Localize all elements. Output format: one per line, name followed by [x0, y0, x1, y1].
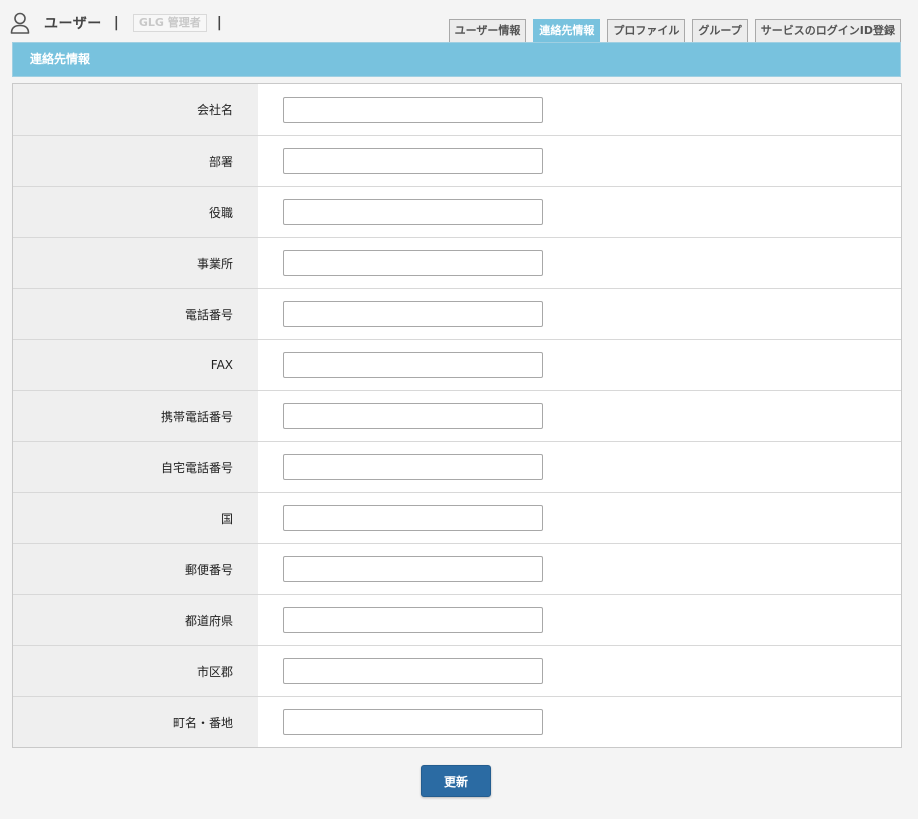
- form-row-city: 市区郡: [13, 645, 901, 696]
- form-row-country: 国: [13, 492, 901, 543]
- prefecture-input[interactable]: [283, 607, 543, 633]
- tab-bar: ユーザー情報 連絡先情報 プロファイル グループ サービスのログインID登録: [448, 19, 901, 42]
- contact-form: 会社名 部署 役職 事業所 電話番号 FAX 携帯電話番号 自宅電話番号 国 郵…: [12, 83, 902, 748]
- page: ユーザー | GLG 管理者 | ユーザー情報 連絡先情報 プロファイル グルー…: [0, 0, 918, 819]
- form-row-address: 町名・番地: [13, 696, 901, 747]
- form-row-home-phone: 自宅電話番号: [13, 441, 901, 492]
- page-header: ユーザー | GLG 管理者 |: [10, 10, 222, 36]
- home-phone-input[interactable]: [283, 454, 543, 480]
- field-label: 国: [13, 493, 258, 543]
- postal-code-input[interactable]: [283, 556, 543, 582]
- position-input[interactable]: [283, 199, 543, 225]
- tab-service-login-id[interactable]: サービスのログインID登録: [754, 19, 901, 42]
- tab-contact-info[interactable]: 連絡先情報: [533, 19, 601, 42]
- field-label: 事業所: [13, 238, 258, 288]
- org-badge: GLG 管理者: [132, 14, 207, 32]
- field-label: 部署: [13, 136, 258, 186]
- company-name-input[interactable]: [283, 96, 543, 123]
- update-button[interactable]: 更新: [421, 765, 491, 797]
- tab-profile[interactable]: プロファイル: [607, 19, 686, 42]
- street-address-input[interactable]: [283, 709, 543, 735]
- field-label: 電話番号: [13, 289, 258, 339]
- form-row-position: 役職: [13, 186, 901, 237]
- tab-user-info[interactable]: ユーザー情報: [448, 19, 527, 42]
- phone-input[interactable]: [283, 301, 543, 327]
- field-label: FAX: [13, 340, 258, 390]
- form-row-phone: 電話番号: [13, 288, 901, 339]
- mobile-phone-input[interactable]: [283, 403, 543, 429]
- page-title: ユーザー: [44, 16, 102, 32]
- form-row-department: 部署: [13, 135, 901, 186]
- city-input[interactable]: [283, 658, 543, 684]
- field-label: 会社名: [13, 84, 258, 135]
- field-label: 町名・番地: [13, 697, 258, 747]
- header-separator-end: |: [216, 15, 222, 31]
- form-row-prefecture: 都道府県: [13, 594, 901, 645]
- field-label: 郵便番号: [13, 544, 258, 594]
- form-row-mobile: 携帯電話番号: [13, 390, 901, 441]
- field-label: 役職: [13, 187, 258, 237]
- header-separator: |: [113, 15, 119, 31]
- office-input[interactable]: [283, 250, 543, 276]
- department-input[interactable]: [283, 148, 543, 174]
- tab-group[interactable]: グループ: [692, 19, 748, 42]
- field-label: 市区郡: [13, 646, 258, 696]
- field-label: 携帯電話番号: [13, 391, 258, 441]
- form-row-office: 事業所: [13, 237, 901, 288]
- fax-input[interactable]: [283, 352, 543, 378]
- form-row-fax: FAX: [13, 339, 901, 390]
- form-row-company: 会社名: [13, 84, 901, 135]
- country-input[interactable]: [283, 505, 543, 531]
- user-icon: [10, 12, 30, 34]
- section-title: 連絡先情報: [12, 42, 901, 77]
- field-label: 自宅電話番号: [13, 442, 258, 492]
- form-row-postal-code: 郵便番号: [13, 543, 901, 594]
- field-label: 都道府県: [13, 595, 258, 645]
